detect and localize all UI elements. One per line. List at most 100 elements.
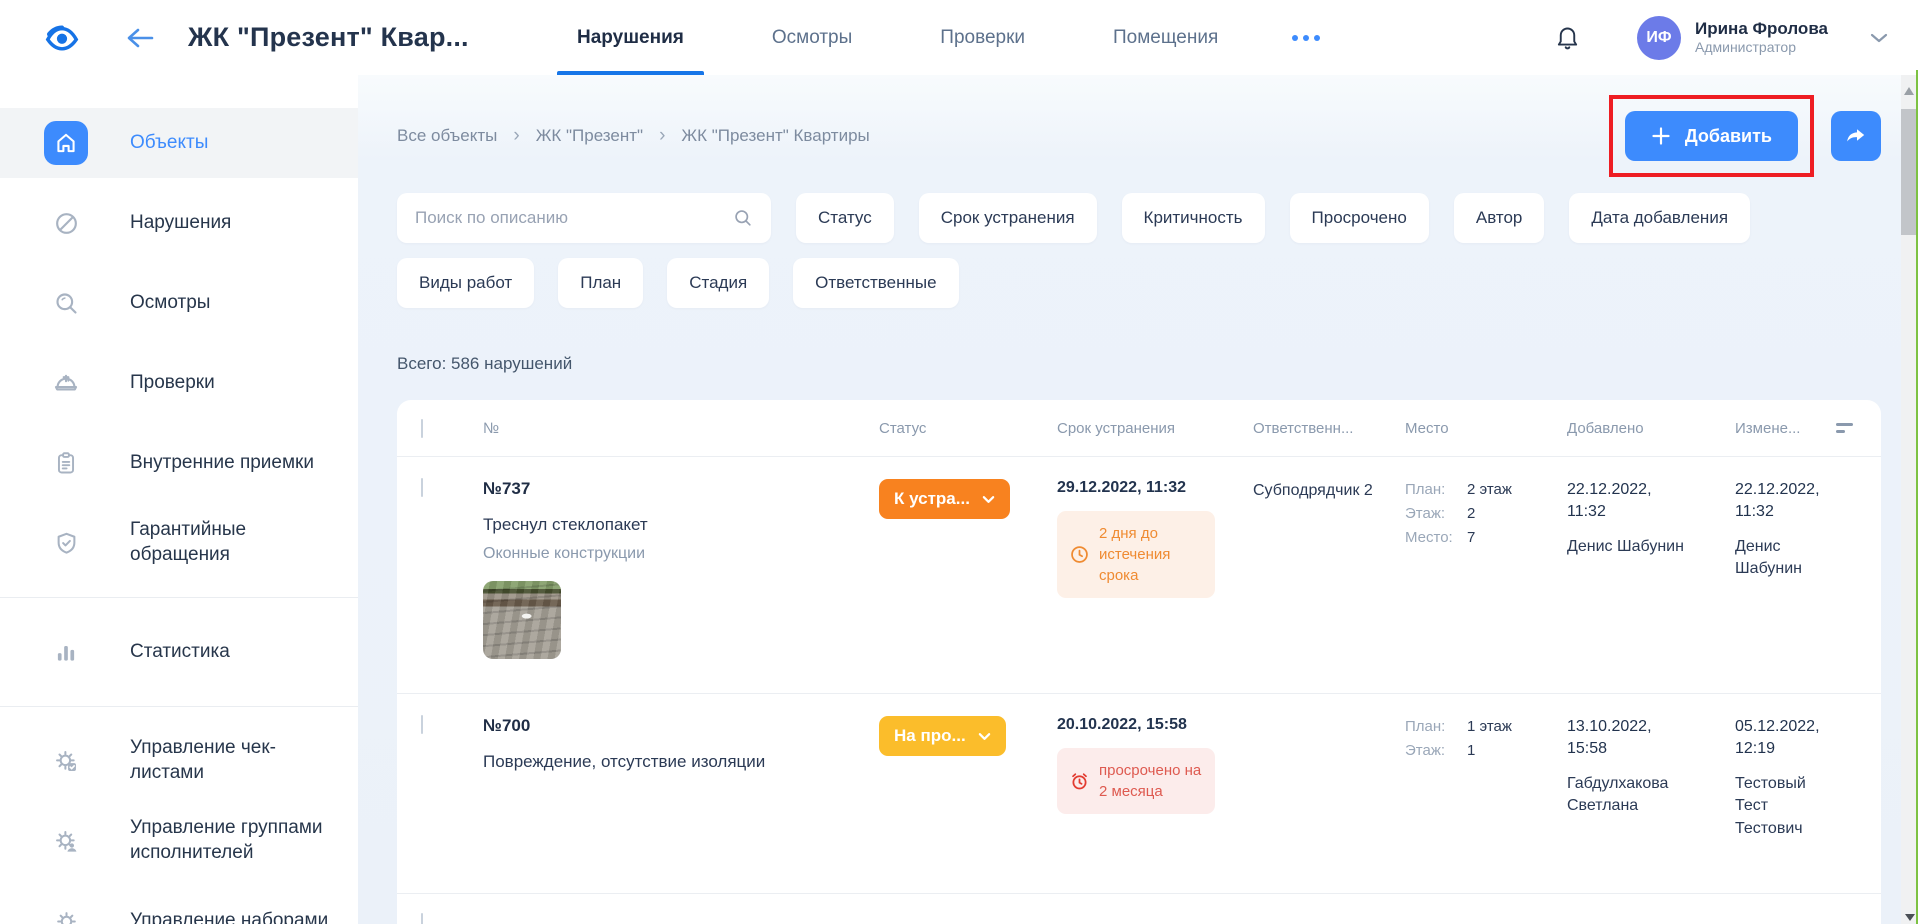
row-checkbox[interactable] <box>421 478 423 497</box>
sidebar-item-label: Управление группами исполнителей <box>130 816 334 865</box>
sidebar-item-violations[interactable]: Нарушения <box>0 183 358 263</box>
sidebar: Объекты Нарушения Осмотры Проверки <box>0 75 358 924</box>
filter-author[interactable]: Автор <box>1454 193 1545 243</box>
sidebar-item-executor-groups[interactable]: Управление группами исполнителей <box>0 801 358 881</box>
avatar: ИФ <box>1637 16 1681 60</box>
scroll-down-arrow[interactable] <box>1905 914 1915 921</box>
added-date: 13.10.2022, 15:58 <box>1567 716 1685 761</box>
tab-violations[interactable]: Нарушения <box>533 0 728 75</box>
add-button[interactable]: Добавить <box>1625 111 1798 161</box>
tab-inspections[interactable]: Осмотры <box>728 0 896 75</box>
col-deadline: Срок устранения <box>1057 420 1253 437</box>
table-header-row: № Статус Срок устранения Ответственн... … <box>397 400 1881 456</box>
changed-by: Тестовый Тест Тестович <box>1735 773 1820 840</box>
status-badge-dropdown[interactable]: К устра... <box>879 479 1010 519</box>
home-icon <box>44 121 88 165</box>
filter-work-types[interactable]: Виды работ <box>397 258 534 308</box>
filters-row-1: Статус Срок устранения Критичность Проср… <box>397 193 1881 243</box>
col-responsible: Ответственн... <box>1253 420 1405 437</box>
violation-description: Повреждение, отсутствие изоляции <box>483 752 879 772</box>
gear-check-icon <box>44 739 88 783</box>
place-info: План:1 этаж Этаж:1 <box>1405 718 1567 759</box>
sidebar-item-sets[interactable]: Управление наборами <box>0 881 358 924</box>
app-logo-eye-icon[interactable] <box>34 18 90 58</box>
sidebar-item-inspections[interactable]: Осмотры <box>0 263 358 343</box>
search-icon <box>733 208 753 228</box>
notifications-bell-icon[interactable] <box>1545 16 1589 60</box>
status-label: К устра... <box>894 489 970 509</box>
violation-photo-thumbnail[interactable] <box>483 581 561 659</box>
sidebar-item-warranty[interactable]: Гарантийные обращения <box>0 503 358 583</box>
user-role: Администратор <box>1695 39 1828 57</box>
changed-date: 22.12.2022, 11:32 <box>1735 479 1820 524</box>
sidebar-item-label: Управление наборами <box>130 909 328 924</box>
violation-number: №737 <box>483 479 879 499</box>
place-info: План:2 этаж Этаж:2 Место:7 <box>1405 481 1567 546</box>
row-checkbox[interactable] <box>421 715 423 734</box>
scroll-up-arrow[interactable] <box>1904 87 1914 95</box>
sidebar-item-checks[interactable]: Проверки <box>0 343 358 423</box>
filter-overdue[interactable]: Просрочено <box>1290 193 1429 243</box>
table-row: №737 Треснул стеклопакет Оконные констру… <box>397 456 1881 693</box>
plus-icon <box>1651 126 1671 146</box>
more-tabs-icon[interactable] <box>1262 35 1350 41</box>
filter-criticality[interactable]: Критичность <box>1122 193 1265 243</box>
share-button[interactable] <box>1831 111 1881 161</box>
changed-date: 05.12.2022, 12:19 <box>1735 716 1820 761</box>
added-by: Габдулхакова Светлана <box>1567 773 1692 818</box>
sidebar-item-checklists[interactable]: Управление чек-листами <box>0 721 358 801</box>
chevron-down-icon <box>978 732 991 741</box>
app-header: ЖК "Презент" Квар... Нарушения Осмотры П… <box>0 0 1918 75</box>
header-right: ИФ Ирина Фролова Администратор <box>1545 16 1888 60</box>
main-content: Все объекты › ЖК "Презент" › ЖК "Презент… <box>358 75 1901 924</box>
user-menu[interactable]: ИФ Ирина Фролова Администратор <box>1637 16 1888 60</box>
sidebar-item-objects[interactable]: Объекты <box>0 108 358 178</box>
select-all-checkbox[interactable] <box>421 419 423 438</box>
clipboard-icon <box>44 441 88 485</box>
filters-row-2: Виды работ План Стадия Ответственные <box>397 258 1881 308</box>
added-date: 22.12.2022, 11:32 <box>1567 479 1685 524</box>
table-row: №700 Повреждение, отсутствие изоляции На… <box>397 693 1881 893</box>
filter-responsible[interactable]: Ответственные <box>793 258 958 308</box>
filter-status[interactable]: Статус <box>796 193 894 243</box>
filter-deadline[interactable]: Срок устранения <box>919 193 1097 243</box>
sort-icon[interactable] <box>1832 419 1857 437</box>
deadline-date: 29.12.2022, 11:32 <box>1057 479 1253 497</box>
filter-stage[interactable]: Стадия <box>667 258 769 308</box>
user-name: Ирина Фролова <box>1695 18 1828 39</box>
top-tabs: Нарушения Осмотры Проверки Помещения <box>533 0 1350 75</box>
breadcrumb-complex[interactable]: ЖК "Презент" <box>536 126 643 146</box>
toolbar: Все объекты › ЖК "Презент" › ЖК "Презент… <box>397 95 1881 177</box>
search-input[interactable] <box>415 208 733 228</box>
back-button[interactable] <box>118 16 162 60</box>
clock-icon <box>1069 544 1090 565</box>
row-checkbox[interactable] <box>421 913 423 924</box>
filter-date-added[interactable]: Дата добавления <box>1569 193 1750 243</box>
sidebar-item-internal-acceptance[interactable]: Внутренние приемки <box>0 423 358 503</box>
col-changed: Измене... <box>1735 420 1813 437</box>
sidebar-item-label: Гарантийные обращения <box>130 518 334 567</box>
breadcrumb-separator: › <box>659 125 665 147</box>
page-title: ЖК "Презент" Квар... <box>188 22 533 53</box>
sidebar-item-label: Статистика <box>130 640 230 665</box>
violation-number: №700 <box>483 716 879 736</box>
changed-by: Денис Шабунин <box>1735 536 1820 581</box>
violations-table: № Статус Срок устранения Ответственн... … <box>397 400 1881 924</box>
tab-checks[interactable]: Проверки <box>896 0 1069 75</box>
status-badge-dropdown[interactable]: На про... <box>879 716 1006 756</box>
tab-premises[interactable]: Помещения <box>1069 0 1262 75</box>
breadcrumb-separator: › <box>513 125 519 147</box>
breadcrumb-all-objects[interactable]: Все объекты <box>397 126 497 146</box>
sidebar-divider <box>0 706 358 707</box>
sidebar-item-label: Управление чек-листами <box>130 736 334 785</box>
share-arrow-icon <box>1844 124 1868 148</box>
slash-circle-icon <box>44 201 88 245</box>
search-box <box>397 193 771 243</box>
col-added: Добавлено <box>1567 420 1735 437</box>
sidebar-item-label: Внутренние приемки <box>130 451 314 476</box>
filter-plan[interactable]: План <box>558 258 643 308</box>
violation-category: Оконные конструкции <box>483 545 879 563</box>
sidebar-item-statistics[interactable]: Статистика <box>0 612 358 692</box>
sidebar-divider <box>0 597 358 598</box>
deadline-warning-note: 2 дня до истечения срока <box>1057 511 1215 598</box>
